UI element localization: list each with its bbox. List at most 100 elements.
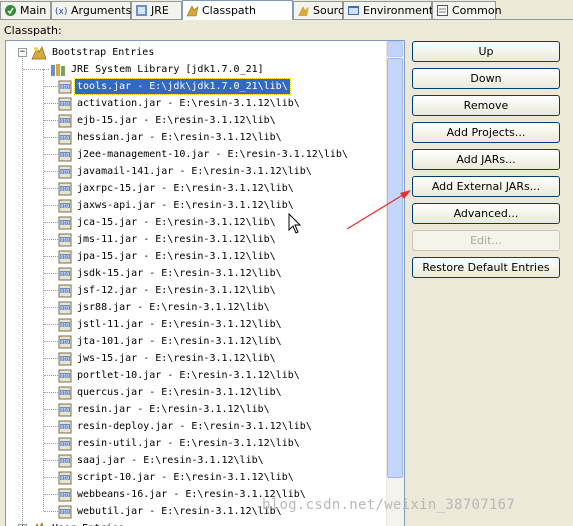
tree-item-label: jpa-15.jar - E:\resin-3.1.12\lib\ — [77, 251, 276, 262]
svg-text:010: 010 — [61, 237, 70, 243]
tree-vertical-scrollbar[interactable] — [386, 41, 404, 526]
tree-item-label: activation.jar - E:\resin-3.1.12\lib\ — [77, 98, 300, 109]
tree-item-jar[interactable]: 010 saaj.jar - E:\resin-3.1.12\lib\ — [58, 452, 266, 469]
svg-text:010: 010 — [61, 424, 70, 430]
tree-guide-line — [44, 205, 58, 206]
advanced-button[interactable]: Advanced... — [412, 203, 560, 224]
tree-item-jre-system-library[interactable]: JRE System Library [jdk1.7.0_21] — [50, 61, 266, 78]
scroll-up-arrow[interactable] — [387, 41, 403, 57]
tree-item-jar[interactable]: 010 jms-11.jar - E:\resin-3.1.12\lib\ — [58, 231, 278, 248]
tree-guide-line — [44, 239, 58, 240]
launch-config-tabs: Main (x) Arguments JRE Classpath Source … — [0, 0, 573, 20]
tab-classpath[interactable]: Classpath — [182, 0, 293, 20]
user-entries-icon — [35, 522, 44, 526]
svg-text:010: 010 — [61, 492, 70, 498]
remove-button[interactable]: Remove — [412, 95, 560, 116]
add-external-jars-button[interactable]: Add External JARs... — [412, 176, 560, 197]
add-jars-button[interactable]: Add JARs... — [412, 149, 560, 170]
tree-item-jar[interactable]: 010 webutil.jar - E:\resin-3.1.12\lib\ — [58, 503, 284, 520]
jar-icon: 010 — [58, 386, 72, 399]
tree-item-jar[interactable]: 010 jsf-12.jar - E:\resin-3.1.12\lib\ — [58, 282, 278, 299]
tree-guide-line — [44, 460, 58, 461]
tree-guide-line — [44, 511, 58, 512]
tree-item-jar[interactable]: 010 jaxws-api.jar - E:\resin-3.1.12\lib\ — [58, 197, 296, 214]
tree-guide-line — [44, 86, 58, 87]
jar-icon: 010 — [58, 233, 72, 246]
source-icon — [298, 6, 309, 16]
svg-text:010: 010 — [61, 373, 70, 379]
mouse-cursor-icon — [288, 213, 302, 234]
tree-item-jar[interactable]: 010 jsdk-15.jar - E:\resin-3.1.12\lib\ — [58, 265, 284, 282]
svg-text:010: 010 — [61, 84, 70, 90]
tree-guide-line — [44, 494, 58, 495]
svg-text:010: 010 — [61, 475, 70, 481]
tab-jre-label: JRE — [151, 4, 169, 17]
tree-guide-line — [44, 103, 58, 104]
jar-icon: 010 — [58, 114, 72, 127]
tab-main[interactable]: Main — [0, 1, 51, 19]
svg-text:010: 010 — [61, 169, 70, 175]
tree-item-jar[interactable]: 010 j2ee-management-10.jar - E:\resin-3.1… — [58, 146, 350, 163]
library-icon — [51, 64, 65, 76]
tree-item-jar[interactable]: 010 ejb-15.jar - E:\resin-3.1.12\lib\ — [58, 112, 278, 129]
tab-jre[interactable]: JRE — [131, 1, 182, 19]
tree-item-jar[interactable]: 010 resin-util.jar - E:\resin-3.1.12\lib\ — [58, 435, 302, 452]
tab-environment[interactable]: Environment — [343, 1, 433, 19]
jar-icon: 010 — [58, 301, 72, 314]
svg-text:010: 010 — [61, 288, 70, 294]
down-button[interactable]: Down — [412, 68, 560, 89]
jar-icon: 010 — [58, 437, 72, 450]
tree-guide-line — [44, 358, 58, 359]
svg-text:010: 010 — [61, 407, 70, 413]
tree-item-jar[interactable]: 010 hessian.jar - E:\resin-3.1.12\lib\ — [58, 129, 284, 146]
jar-icon: 010 — [58, 182, 72, 195]
tree-item-jar[interactable]: 010 jca-15.jar - E:\resin-3.1.12\lib\ — [58, 214, 278, 231]
up-button[interactable]: Up — [412, 41, 560, 62]
tree-item-jar[interactable]: 010 jta-101.jar - E:\resin-3.1.12\lib\ — [58, 333, 284, 350]
tree-item-label: Bootstrap Entries — [52, 47, 155, 58]
tab-source[interactable]: Source — [293, 1, 351, 19]
jar-icon: 010 — [58, 352, 72, 365]
tree-item-label: ejb-15.jar - E:\resin-3.1.12\lib\ — [77, 115, 276, 126]
edit-button[interactable]: Edit... — [412, 230, 560, 251]
scroll-thumb[interactable] — [387, 58, 403, 478]
tree-guide-line — [44, 188, 58, 189]
tree-item-jar[interactable]: 010 tools.jar - E:\jdk\jdk1.7.0_21\lib\ — [58, 78, 291, 95]
tree-item-jar[interactable]: 010 quercus.jar - E:\resin-3.1.12\lib\ — [58, 384, 284, 401]
tree-item-jar[interactable]: 010 jsr88.jar - E:\resin-3.1.12\lib\ — [58, 299, 272, 316]
svg-text:010: 010 — [61, 254, 70, 260]
restore-default-entries-button[interactable]: Restore Default Entries — [412, 257, 560, 278]
tree-item-label: jaxws-api.jar - E:\resin-3.1.12\lib\ — [77, 200, 294, 211]
tree-item-label: jstl-11.jar - E:\resin-3.1.12\lib\ — [77, 319, 282, 330]
tree-item-label: jca-15.jar - E:\resin-3.1.12\lib\ — [77, 217, 276, 228]
tree-item-jar[interactable]: 010 resin-deploy.jar - E:\resin-3.1.12\li… — [58, 418, 314, 435]
tab-arguments[interactable]: (x) Arguments — [51, 1, 131, 19]
tree-item-jar[interactable]: 010 resin.jar - E:\resin-3.1.12\lib\ — [58, 401, 272, 418]
tree-item-jar[interactable]: 010 script-10.jar - E:\resin-3.1.12\lib\ — [58, 469, 296, 486]
common-icon — [437, 5, 448, 16]
tree-guide-line — [44, 375, 58, 376]
tree-item-jar[interactable]: 010 javamail-141.jar - E:\resin-3.1.12\li… — [58, 163, 314, 180]
tree-item-jar[interactable]: 010 jpa-15.jar - E:\resin-3.1.12\lib\ — [58, 248, 278, 265]
jar-icon: 010 — [58, 284, 72, 297]
collapse-toggle[interactable]: − — [18, 48, 27, 57]
tab-common[interactable]: Common — [432, 1, 502, 19]
tree-item-jar[interactable]: 010 jws-15.jar - E:\resin-3.1.12\lib\ — [58, 350, 278, 367]
tree-item-user-entries[interactable]: User Entries — [31, 520, 126, 526]
tree-item-jar[interactable]: 010 portlet-10.jar - E:\resin-3.1.12\lib\ — [58, 367, 302, 384]
classpath-label: Classpath: — [4, 24, 62, 37]
tree-item-label: jsf-12.jar - E:\resin-3.1.12\lib\ — [77, 285, 276, 296]
jar-icon: 010 — [58, 403, 72, 416]
tree-guide-line — [44, 171, 58, 172]
tree-item-jar[interactable]: 010 jaxrpc-15.jar - E:\resin-3.1.12\lib\ — [58, 180, 296, 197]
tree-item-jar[interactable]: 010 activation.jar - E:\resin-3.1.12\lib\ — [58, 95, 302, 112]
tree-item-jar[interactable]: 010 jstl-11.jar - E:\resin-3.1.12\lib\ — [58, 316, 284, 333]
tree-guide-line — [44, 409, 58, 410]
jar-icon: 010 — [58, 148, 72, 161]
classpath-tree[interactable]: − Bootstrap Entries JRE System Library [jd… — [5, 40, 405, 526]
svg-text:010: 010 — [61, 356, 70, 362]
svg-text:010: 010 — [61, 271, 70, 277]
tree-item-bootstrap-entries[interactable]: Bootstrap Entries — [31, 44, 156, 61]
jar-icon: 010 — [58, 488, 72, 501]
add-projects-button[interactable]: Add Projects... — [412, 122, 560, 143]
